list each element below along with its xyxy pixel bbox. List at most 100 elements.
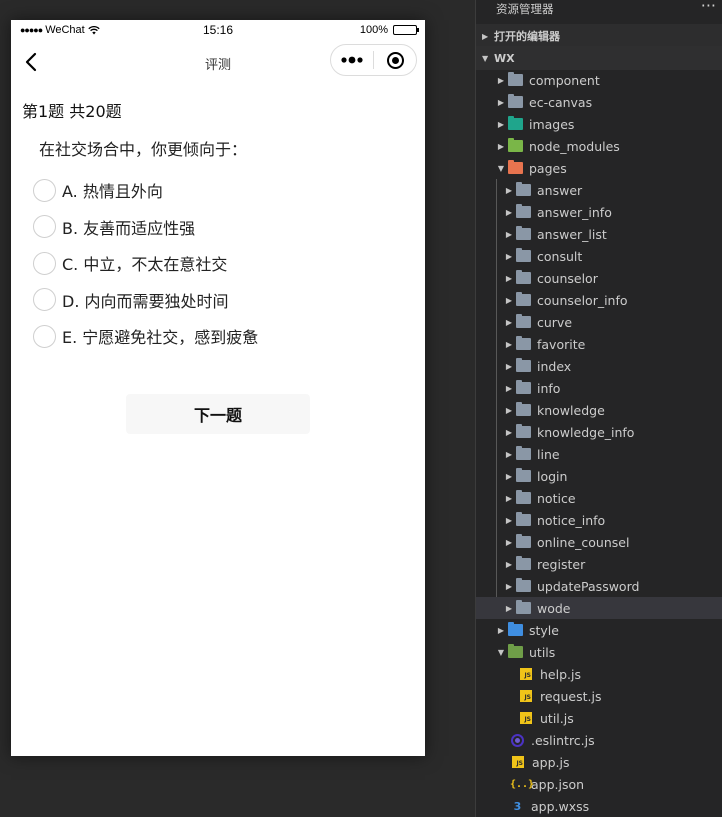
utils-children: JS help.js JS request.js JS util.js <box>476 663 722 729</box>
folder-icon <box>516 314 531 328</box>
tree-label: util.js <box>540 710 574 726</box>
js-file-icon: JS <box>520 712 532 724</box>
chevron-right-icon: ▶ <box>482 31 489 41</box>
tree-folder-counselor-info[interactable]: ▶ counselor_info <box>476 289 722 311</box>
option-e[interactable]: E. 宁愿避免社交，感到疲惫 <box>11 318 425 355</box>
chevron-right-icon: ▶ <box>505 493 513 503</box>
option-a[interactable]: A. 热情且外向 <box>11 172 425 209</box>
images-folder-icon <box>508 116 523 130</box>
option-b[interactable]: B. 友善而适应性强 <box>11 209 425 246</box>
tree-folder-favorite[interactable]: ▶ favorite <box>476 333 722 355</box>
tree-label: updatePassword <box>537 578 640 594</box>
nav-bar: 评测 <box>11 42 425 82</box>
tree-file-eslintrc[interactable]: .eslintrc.js <box>476 729 722 751</box>
chevron-right-icon: ▶ <box>505 361 513 371</box>
option-label: B. 友善而适应性强 <box>62 218 196 238</box>
tree-label: images <box>529 116 575 132</box>
tree-folder-knowledge[interactable]: ▶ knowledge <box>476 399 722 421</box>
open-editors-section[interactable]: ▶ 打开的编辑器 <box>476 24 722 48</box>
menu-capsule <box>330 44 417 76</box>
radio-circle-icon[interactable] <box>33 324 56 348</box>
chevron-right-icon: ▶ <box>505 339 513 349</box>
tree-folder-knowledge-info[interactable]: ▶ knowledge_info <box>476 421 722 443</box>
chevron-right-icon: ▶ <box>505 581 513 591</box>
tree-file-app-json[interactable]: {..} app.json <box>476 773 722 795</box>
folder-icon <box>516 336 531 350</box>
tree-folder-node-modules[interactable]: ▶ node_modules <box>476 135 722 157</box>
tree-folder-info[interactable]: ▶ info <box>476 377 722 399</box>
tree-folder-component[interactable]: ▶ component <box>476 69 722 91</box>
tree-folder-ec-canvas[interactable]: ▶ ec-canvas <box>476 91 722 113</box>
chevron-right-icon: ▶ <box>505 295 513 305</box>
tree-folder-pages[interactable]: ▼ pages <box>476 157 722 179</box>
folder-icon <box>516 402 531 416</box>
tree-folder-answer-info[interactable]: ▶ answer_info <box>476 201 722 223</box>
chevron-right-icon: ▶ <box>497 141 505 151</box>
chevron-right-icon: ▶ <box>505 207 513 217</box>
folder-icon <box>516 534 531 548</box>
folder-icon <box>508 72 523 86</box>
tree-label: consult <box>537 248 583 264</box>
close-miniprogram-button[interactable] <box>374 45 416 75</box>
tree-folder-answer-list[interactable]: ▶ answer_list <box>476 223 722 245</box>
next-question-button[interactable]: 下一题 <box>126 394 310 434</box>
tree-folder-online-counsel[interactable]: ▶ online_counsel <box>476 531 722 553</box>
tree-file-request-js[interactable]: JS request.js <box>476 685 722 707</box>
tree-file-app-js[interactable]: JS app.js <box>476 751 722 773</box>
tree-label: answer <box>537 182 583 198</box>
folder-icon <box>516 292 531 306</box>
utils-folder-icon <box>508 644 523 658</box>
workspace-root-section[interactable]: ▼ WX <box>476 46 722 70</box>
tree-folder-index[interactable]: ▶ index <box>476 355 722 377</box>
tree-folder-consult[interactable]: ▶ consult <box>476 245 722 267</box>
tree-folder-notice[interactable]: ▶ notice <box>476 487 722 509</box>
folder-icon <box>516 204 531 218</box>
tree-label: component <box>529 72 600 88</box>
tree-folder-style[interactable]: ▶ style <box>476 619 722 641</box>
tree-folder-update-password[interactable]: ▶ updatePassword <box>476 575 722 597</box>
js-file-icon: JS <box>512 756 524 768</box>
radio-circle-icon[interactable] <box>33 288 56 312</box>
radio-circle-icon[interactable] <box>33 215 56 239</box>
tree-file-help-js[interactable]: JS help.js <box>476 663 722 685</box>
radio-circle-icon[interactable] <box>33 178 56 202</box>
tree-label: login <box>537 468 568 484</box>
tree-folder-notice-info[interactable]: ▶ notice_info <box>476 509 722 531</box>
chevron-right-icon: ▶ <box>505 251 513 261</box>
option-c[interactable]: C. 中立，不太在意社交 <box>11 245 425 282</box>
tree-folder-images[interactable]: ▶ images <box>476 113 722 135</box>
tree-label: .eslintrc.js <box>531 732 595 748</box>
tree-folder-utils[interactable]: ▼ utils <box>476 641 722 663</box>
more-button[interactable] <box>331 45 373 75</box>
folder-icon <box>516 600 531 614</box>
tree-folder-login[interactable]: ▶ login <box>476 465 722 487</box>
chevron-right-icon: ▶ <box>505 603 513 613</box>
explorer-title: 资源管理器 ··· <box>476 0 722 22</box>
chevron-right-icon: ▶ <box>497 75 505 85</box>
tree-folder-register[interactable]: ▶ register <box>476 553 722 575</box>
more-icon[interactable]: ··· <box>701 0 716 15</box>
open-editors-label: 打开的编辑器 <box>494 30 560 43</box>
battery-icon <box>393 25 419 35</box>
tree-folder-curve[interactable]: ▶ curve <box>476 311 722 333</box>
tree-file-app-wxss[interactable]: 3 app.wxss <box>476 795 722 817</box>
tree-folder-counselor[interactable]: ▶ counselor <box>476 267 722 289</box>
tree-folder-wode[interactable]: ▶ wode <box>476 597 722 619</box>
tree-label: curve <box>537 314 573 330</box>
chevron-right-icon: ▶ <box>505 427 513 437</box>
tree-file-util-js[interactable]: JS util.js <box>476 707 722 729</box>
radio-circle-icon[interactable] <box>33 251 56 275</box>
chevron-right-icon: ▶ <box>505 273 513 283</box>
option-d[interactable]: D. 内向而需要独处时间 <box>11 282 425 319</box>
folder-icon <box>508 94 523 108</box>
folder-icon <box>516 424 531 438</box>
tree-label: info <box>537 380 561 396</box>
folder-icon <box>516 556 531 570</box>
option-label: A. 热情且外向 <box>62 182 163 202</box>
tree-label: style <box>529 622 559 638</box>
tree-folder-answer[interactable]: ▶ answer <box>476 179 722 201</box>
chevron-down-icon: ▼ <box>482 53 489 63</box>
tree-folder-line[interactable]: ▶ line <box>476 443 722 465</box>
folder-icon <box>516 358 531 372</box>
tree-label: app.wxss <box>531 798 590 814</box>
